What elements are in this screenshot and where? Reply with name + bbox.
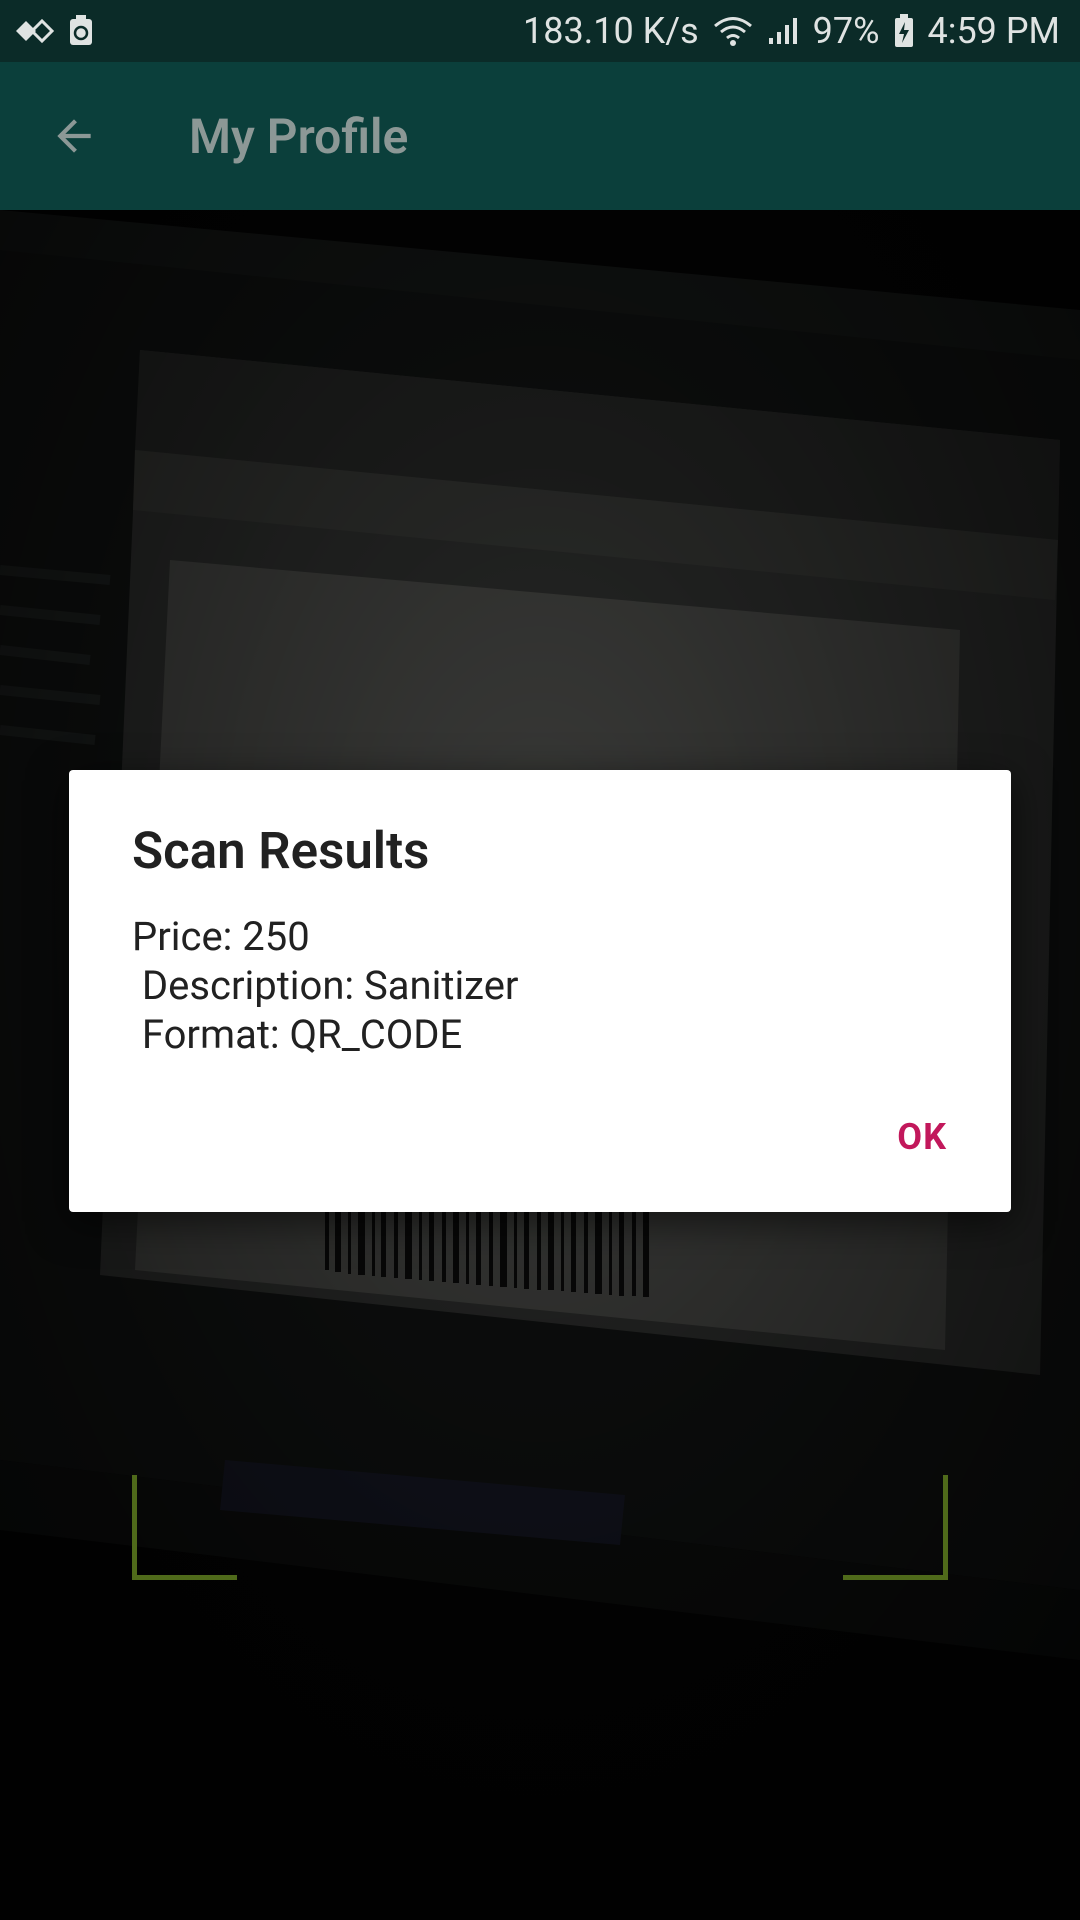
wifi-icon bbox=[713, 15, 753, 47]
back-button[interactable] bbox=[37, 99, 111, 173]
app-bar: My Profile bbox=[0, 62, 1080, 210]
dialog-title: Scan Results bbox=[132, 822, 430, 881]
sync-icon bbox=[14, 16, 54, 46]
battery-charging-icon bbox=[894, 14, 914, 48]
status-right: 183.10 K/s 97% 4:59 PM bbox=[523, 10, 1060, 52]
price-line: Price: 250 bbox=[132, 913, 310, 960]
status-left-icons bbox=[14, 15, 94, 47]
scan-corner-bottom-right bbox=[843, 1475, 948, 1580]
scan-results-dialog: Scan Results Price: 250 Description: San… bbox=[69, 770, 1011, 1212]
scan-corner-bottom-left bbox=[132, 1475, 237, 1580]
page-title: My Profile bbox=[189, 107, 409, 165]
clock: 4:59 PM bbox=[927, 10, 1061, 52]
dialog-message: Price: 250 Description: Sanitizer Format… bbox=[132, 912, 518, 1059]
status-bar: 183.10 K/s 97% 4:59 PM bbox=[0, 0, 1080, 62]
net-speed: 183.10 K/s bbox=[523, 10, 699, 52]
recycle-icon bbox=[68, 15, 94, 47]
ok-button[interactable]: OK bbox=[897, 1116, 947, 1158]
format-line: Format: QR_CODE bbox=[132, 1011, 463, 1058]
signal-icon bbox=[767, 16, 799, 46]
battery-percent: 97% bbox=[812, 10, 880, 52]
arrow-back-icon bbox=[57, 119, 91, 153]
description-line: Description: Sanitizer bbox=[132, 962, 519, 1009]
